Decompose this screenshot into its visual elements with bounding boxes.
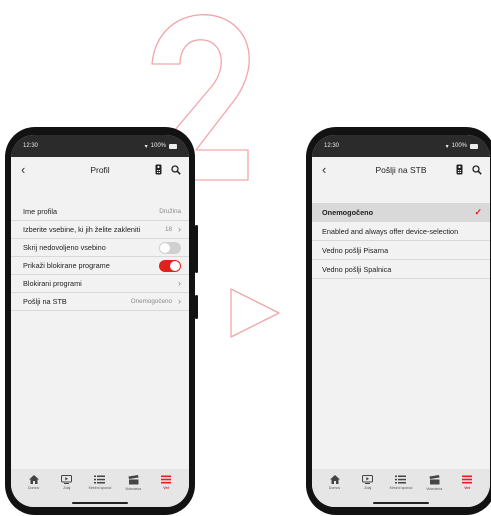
send-to-stb-row[interactable]: Pošlji na STB Onemogočeno › [11,293,189,311]
checkmark-icon: ✓ [474,206,482,217]
clapperboard-icon [128,475,139,485]
tab-label: Zdaj [63,486,71,490]
search-icon[interactable] [472,164,482,175]
battery-percent: 100% [150,143,166,149]
tab-label: Domov [27,486,40,490]
next-step-arrow-icon [230,288,280,338]
right-phone: 12:30 ▾ 100% ‹ Pošlji na STB Onemogočeno… [306,127,491,515]
send-to-stb-screen: 12:30 ▾ 100% ‹ Pošlji na STB Onemogočeno… [312,135,490,507]
tab-label: Domov [328,486,341,490]
status-time: 12:30 [23,143,39,149]
send-to-stb-value: Onemogočeno [130,298,172,305]
show-blocked-row: Prikaži blokirane programe [11,257,189,275]
row-label: Prikaži blokirane programe [23,261,110,270]
chevron-right-icon: › [178,224,181,234]
screen-header: ‹ Profil [11,163,189,177]
home-icon [329,475,340,484]
blocked-programs-row[interactable]: Blokirani programi › [11,275,189,293]
clapperboard-icon [429,475,440,485]
hide-content-row: Skrij nedovoljeno vsebino [11,239,189,257]
status-bar: 12:30 ▾ 100% [312,135,490,157]
tab-more[interactable]: Več [452,475,482,507]
home-indicator [373,502,429,504]
chevron-right-icon: › [178,278,181,288]
option-label: Enabled and always offer device-selectio… [322,226,459,236]
row-label: Blokirani programi [23,279,82,288]
age-rating-value: 18 [164,226,172,233]
send-to-stb-options: Onemogočeno ✓ Enabled and always offer d… [312,203,490,279]
battery-icon [169,143,177,149]
option-label: Onemogočeno [322,207,374,217]
remote-control-icon[interactable] [456,164,463,175]
row-label: Izberite vsebine, ki jih želite zaklenit… [23,225,141,234]
profile-name-row[interactable]: Ime profila Družina [11,203,189,221]
tab-more[interactable]: Več [151,475,181,507]
row-label: Skrij nedovoljeno vsebino [23,243,106,252]
tab-label: Mrežni sporod [389,486,413,490]
option-disabled[interactable]: Onemogočeno ✓ [312,203,490,222]
tab-label: Zdaj [364,486,372,490]
option-always-pisarna[interactable]: Vedno pošlji Pisarna [312,241,490,260]
power-button [195,295,198,319]
row-label: Ime profila [23,207,58,216]
status-bar: 12:30 ▾ 100% [11,135,189,157]
chevron-right-icon: › [178,296,181,306]
option-always-spalnica[interactable]: Vedno pošlji Spalnica [312,260,490,279]
tab-label: Mrežni sporod [88,486,112,490]
profile-name-value: Družina [159,208,181,215]
home-indicator [72,502,128,504]
tab-home[interactable]: Domov [320,475,350,507]
tab-label: Videoteka [125,487,142,491]
menu-icon [462,475,473,484]
tab-label: Videoteka [426,487,443,491]
remote-control-icon[interactable] [155,164,162,175]
battery-icon [470,143,478,149]
status-time: 12:30 [324,143,340,149]
show-blocked-toggle[interactable] [159,259,181,272]
left-phone: 12:30 ▾ 100% ‹ Profil Ime profila Družin… [5,127,198,515]
tab-label: Več [464,486,471,490]
option-label: Vedno pošlji Spalnica [322,264,392,274]
signal-icon: ▾ [445,143,449,150]
home-icon [28,475,39,484]
tab-home[interactable]: Domov [19,475,49,507]
option-always-offer[interactable]: Enabled and always offer device-selectio… [312,222,490,241]
list-icon [94,475,106,484]
hide-content-toggle[interactable] [159,241,181,254]
tab-label: Več [163,486,170,490]
profile-settings-list: Ime profila Družina Izberite vsebine, ki… [11,203,189,311]
signal-icon: ▾ [144,143,148,150]
screen-header: ‹ Pošlji na STB [312,163,490,177]
lock-content-row[interactable]: Izberite vsebine, ki jih želite zaklenit… [11,221,189,239]
battery-percent: 100% [451,143,467,149]
volume-button [195,225,198,273]
option-label: Vedno pošlji Pisarna [322,245,389,255]
list-icon [395,475,407,484]
profile-screen: 12:30 ▾ 100% ‹ Profil Ime profila Družin… [11,135,189,507]
tv-play-icon [362,475,374,484]
search-icon[interactable] [171,164,181,175]
menu-icon [161,475,172,484]
row-label: Pošlji na STB [23,297,67,306]
tv-play-icon [61,475,73,484]
